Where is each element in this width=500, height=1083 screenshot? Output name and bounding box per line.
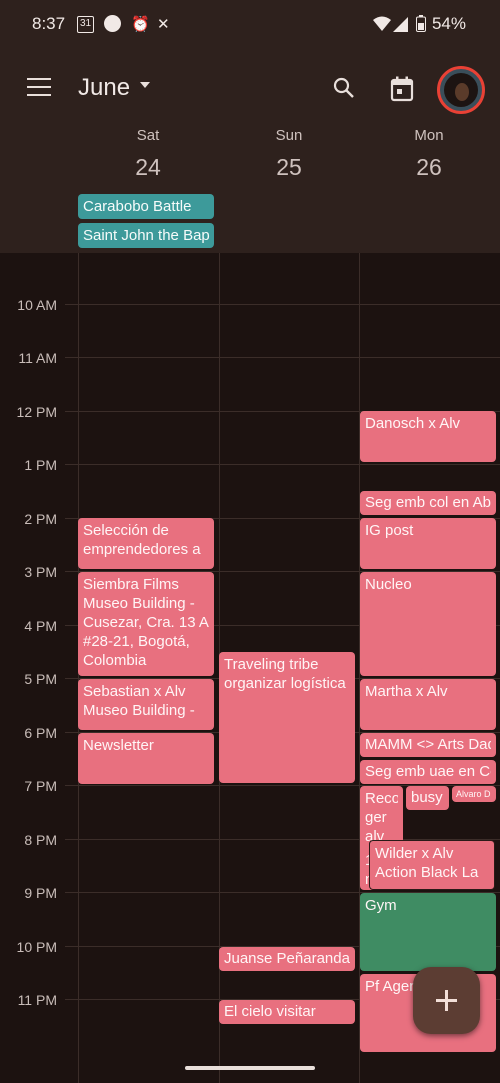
calendar-event[interactable]: Selección de emprendedores a: [78, 518, 214, 569]
calendar-header: 8:37 31 ⏰ ✕ 54% June Sat 24 Sun 25 Mon 2…: [0, 0, 500, 253]
event-title: Sebastian x Alv: [83, 683, 186, 700]
avatar[interactable]: [437, 66, 485, 114]
hour-label: 8 PM: [24, 832, 57, 848]
day-number: 26: [416, 154, 442, 180]
calendar-event[interactable]: busy: [406, 786, 449, 810]
event-title: Seg emb col en Ab: [365, 494, 491, 511]
hour-label: 9 PM: [24, 885, 57, 901]
hour-label: 7 PM: [24, 778, 57, 794]
hour-label: 3 PM: [24, 564, 57, 580]
calendar-event[interactable]: Siembra Films Museo Building - Cusezar, …: [78, 572, 214, 676]
event-title: Wilder x Alv: [375, 845, 454, 862]
day-header-mon[interactable]: Mon 26: [359, 127, 499, 181]
hour-label: 11 PM: [17, 992, 57, 1008]
event-title: Danosch x Alv: [365, 415, 461, 432]
status-bar: 8:37 31 ⏰ ✕ 54%: [0, 14, 500, 38]
event-title: busy: [411, 789, 443, 806]
app-bar: June: [0, 62, 500, 118]
event-title: Traveling tribe: [224, 656, 319, 673]
hour-label: 2 PM: [24, 511, 57, 527]
calendar-event[interactable]: MAMM <> Arts Dad: [360, 733, 496, 757]
event-title: ger: [365, 809, 387, 826]
day-of-week: Mon: [414, 127, 444, 144]
calendar-event[interactable]: Alvaro D: [452, 786, 496, 802]
event-title: organizar logística: [224, 675, 346, 692]
calendar-event[interactable]: IG post: [360, 518, 496, 569]
event-location: #28-21, Bogotá,: [83, 633, 190, 650]
hour-label: 5 PM: [24, 671, 57, 687]
event-title: MAMM <> Arts Dad: [365, 736, 491, 753]
calendar-event[interactable]: Wilder x Alv Action Black La: [369, 840, 495, 890]
menu-icon[interactable]: [27, 78, 51, 96]
calendar-event[interactable]: Danosch x Alv: [360, 411, 496, 462]
calendar-event[interactable]: Seg emb uae en Co: [360, 760, 496, 784]
day-number: 24: [135, 154, 161, 180]
battery-percent: 54%: [431, 14, 466, 33]
event-title: Selección de: [83, 522, 169, 539]
allday-event[interactable]: Saint John the Bap: [78, 223, 214, 248]
calendar-event[interactable]: Newsletter: [78, 733, 214, 784]
event-location: Colombia: [83, 652, 147, 669]
event-title: Newsletter: [83, 737, 154, 754]
hour-label: 4 PM: [24, 618, 57, 634]
create-event-button[interactable]: [413, 967, 480, 1034]
hour-label: 10 AM: [17, 297, 57, 313]
signal-icon: [393, 16, 408, 37]
search-icon[interactable]: [332, 76, 356, 100]
calendar-event[interactable]: Seg emb col en Ab: [360, 491, 496, 515]
alarm-icon: ⏰: [131, 16, 150, 33]
avatar-photo: [444, 73, 478, 107]
time-grid[interactable]: 10 AM 11 AM 12 PM 1 PM 2 PM 3 PM 4 PM 5 …: [0, 253, 500, 1083]
day-of-week: Sat: [136, 127, 160, 144]
hour-label: 6 PM: [24, 725, 57, 741]
hour-label: 1 PM: [24, 457, 57, 473]
event-title: Seg emb uae en Co: [365, 763, 491, 780]
event-title: Action Black La: [375, 864, 479, 881]
event-title: El cielo visitar: [224, 1003, 316, 1020]
event-location: Museo Building -: [83, 595, 195, 612]
event-location: Museo Building -: [83, 702, 195, 719]
event-title: Siembra Films: [83, 576, 179, 593]
event-title: Juanse Peñaranda: [224, 950, 350, 967]
today-icon[interactable]: [390, 76, 414, 102]
sync-off-icon: ✕: [157, 16, 170, 33]
event-title: IG post: [365, 522, 414, 539]
chevron-down-icon[interactable]: [140, 82, 150, 88]
day-header-sat[interactable]: Sat 24: [78, 127, 218, 181]
calendar-event[interactable]: Juanse Peñaranda: [219, 947, 355, 971]
allday-event[interactable]: Carabobo Battle: [78, 194, 214, 219]
event-location: Cusezar, Cra. 13 A: [83, 614, 209, 631]
day-number: 25: [276, 154, 302, 180]
wifi-icon: [373, 16, 391, 37]
calendar-event[interactable]: Gym: [360, 893, 496, 971]
hour-label: 12 PM: [16, 404, 57, 420]
event-title: Nucleo: [365, 576, 412, 593]
calendar-event[interactable]: Nucleo: [360, 572, 496, 676]
calendar-event[interactable]: Martha x Alv: [360, 679, 496, 730]
event-title: Reco: [365, 790, 398, 807]
calendar-event[interactable]: Traveling tribe organizar logística: [219, 652, 355, 783]
day-header-sun[interactable]: Sun 25: [219, 127, 359, 181]
event-title: Martha x Alv: [365, 683, 448, 700]
month-selector[interactable]: June: [78, 74, 130, 102]
circle-icon: [104, 15, 121, 32]
event-title: Gym: [365, 897, 397, 914]
battery-icon: [416, 15, 426, 37]
home-indicator[interactable]: [185, 1066, 315, 1070]
event-title: Alvaro D: [456, 789, 491, 799]
status-time: 8:37: [32, 14, 66, 33]
calendar-event[interactable]: Sebastian x Alv Museo Building -: [78, 679, 214, 730]
day-of-week: Sun: [275, 127, 303, 144]
calendar-31-icon: 31: [77, 16, 94, 33]
calendar-event[interactable]: El cielo visitar: [219, 1000, 355, 1024]
hour-label: 11 AM: [18, 350, 57, 366]
event-title: emprendedores a: [83, 541, 201, 558]
hour-label: 10 PM: [16, 939, 57, 955]
